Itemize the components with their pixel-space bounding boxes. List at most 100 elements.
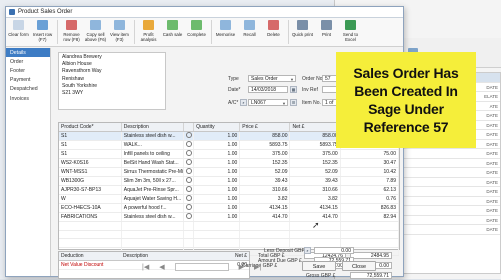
- table-row[interactable]: ECO-H4ECS-10A A powerful hood f... 1.00 413…: [59, 203, 400, 213]
- toolbar-separator: [288, 20, 289, 44]
- table-row[interactable]: AJPR30-S7-BP13 AquaJet Pre-Rinse Spr... 1.…: [59, 185, 400, 195]
- toolbar-button-print[interactable]: Print: [315, 20, 338, 37]
- pager-scrollbar[interactable]: [174, 263, 229, 271]
- row-info-icon[interactable]: [186, 177, 193, 183]
- first-page-icon[interactable]: |◀: [142, 263, 149, 271]
- toolbar-button-profit-analysis[interactable]: Profit analysis: [137, 20, 160, 42]
- cell-desc: Stainless steel dish w...: [121, 131, 185, 141]
- cell-price: 5893.75: [239, 140, 291, 150]
- empty-cell: [289, 230, 341, 240]
- row-info-icon[interactable]: [186, 186, 193, 192]
- column-header: [183, 123, 195, 132]
- row-info-icon-cell[interactable]: [183, 140, 195, 150]
- table-row[interactable]: FABRICATIONS Stainless steel dish w... 1.0…: [59, 212, 400, 222]
- toolbar-button-view-item[interactable]: View item (F3): [108, 20, 131, 42]
- toolbar-button-complete[interactable]: Complete: [185, 20, 208, 37]
- table-row[interactable]: S1 Infill panels to ceiling 1.00 375.00 375.…: [59, 149, 400, 159]
- less-deposit-field[interactable]: 0.00: [314, 247, 354, 254]
- empty-row[interactable]: [59, 221, 400, 231]
- toolbar-button-clear-form[interactable]: Clear form: [7, 20, 30, 37]
- row-info-icon[interactable]: [186, 195, 193, 201]
- row-info-icon-cell[interactable]: [183, 185, 195, 195]
- account-lookup-icon[interactable]: ⌕: [240, 99, 247, 106]
- row-info-icon-cell[interactable]: [183, 131, 195, 141]
- toolbar-button-remove-row[interactable]: Remove row (F8): [60, 20, 83, 42]
- save-button[interactable]: Save: [302, 261, 336, 271]
- table-row[interactable]: WNT-MSS1 Sirrus Thermostatic Pre-Mix... 1.…: [59, 167, 400, 177]
- nav-item-details[interactable]: Details: [6, 48, 50, 58]
- row-info-icon[interactable]: [186, 213, 193, 219]
- cell-qty: 1.00: [193, 194, 241, 204]
- cell-price: 152.35: [239, 158, 291, 168]
- cell-code: FABRICATIONS: [59, 212, 122, 222]
- row-info-icon-cell[interactable]: [183, 158, 195, 168]
- row-info-icon-cell[interactable]: [183, 212, 195, 222]
- account-field[interactable]: LN067 ▼: [248, 99, 288, 106]
- row-info-icon[interactable]: [186, 150, 193, 156]
- cell-net: 52.09: [289, 167, 341, 177]
- toolbar-button-delete[interactable]: Delete: [262, 20, 285, 37]
- address-line: South Yorkshire: [62, 82, 98, 89]
- cell-desc: AquaJet Pre-Rinse Spr...: [121, 185, 185, 195]
- row-info-icon[interactable]: [186, 168, 193, 174]
- memorise-icon: [220, 20, 231, 30]
- cell-price: 375.00: [239, 149, 291, 159]
- row-info-icon-cell[interactable]: [183, 194, 195, 204]
- row-info-icon[interactable]: [186, 159, 193, 165]
- row-info-icon[interactable]: [186, 141, 193, 147]
- next-page-icon[interactable]: ▶: [239, 263, 244, 271]
- type-select[interactable]: Sales Order ▼: [248, 75, 296, 82]
- toolbar-button-label: Memorise: [215, 32, 236, 37]
- row-info-icon-cell[interactable]: [183, 203, 195, 213]
- prev-page-icon[interactable]: ◀: [159, 263, 164, 271]
- table-row[interactable]: WB1300G Slim 3m 3m, 50ll x 27... 1.00 39.43…: [59, 176, 400, 186]
- date-field[interactable]: 14/03/2018: [248, 86, 288, 93]
- type-value: Sales Order: [251, 76, 278, 82]
- empty-row[interactable]: [59, 230, 400, 240]
- nav-item-invoices[interactable]: Invoices: [6, 94, 50, 103]
- row-info-icon[interactable]: [186, 204, 193, 210]
- toolbar: Clear form Insert row (F7) Remove row (F8)…: [6, 18, 403, 47]
- row-info-icon-cell[interactable]: [183, 149, 195, 159]
- toolbar-separator: [57, 20, 58, 44]
- row-info-icon-cell[interactable]: [183, 167, 195, 177]
- view-item-icon: [114, 20, 125, 30]
- empty-cell: [59, 238, 122, 248]
- nav-item-order[interactable]: Order: [6, 57, 50, 66]
- toolbar-button-label: Print: [321, 32, 332, 37]
- nav-item-footer[interactable]: Footer: [6, 66, 50, 75]
- toolbar-button-cash-sale[interactable]: Cash sale: [161, 20, 184, 37]
- toolbar-button-label: View item (F3): [110, 32, 129, 42]
- nav-item-payment[interactable]: Payment: [6, 76, 50, 85]
- toolbar-button-recall[interactable]: Recall: [238, 20, 261, 37]
- empty-row[interactable]: [59, 238, 400, 248]
- inv-ref-label: Inv Ref: [302, 87, 318, 93]
- calendar-icon[interactable]: ▦: [290, 86, 297, 93]
- cell-price: 39.43: [239, 176, 291, 186]
- table-row[interactable]: W Aquajet Water Saving H... 1.00 3.82 3.82 0.…: [59, 194, 400, 204]
- cell-qty: 1.00: [193, 185, 241, 195]
- toolbar-separator: [134, 20, 135, 44]
- nav-item-despatched[interactable]: Despatched: [6, 85, 50, 94]
- clear-form-icon: [13, 20, 24, 30]
- toolbar-button-send-to-excel[interactable]: Send to Excel: [339, 20, 362, 42]
- toolbar-button-copy-sell[interactable]: Copy sell above (F6): [84, 20, 107, 42]
- cell-desc: Aquajet Water Saving H...: [121, 194, 185, 204]
- last-page-icon[interactable]: ▶|: [254, 263, 261, 271]
- toolbar-button-insert-row[interactable]: Insert row (F7): [31, 20, 54, 42]
- table-row[interactable]: WS2-K0S16 BelSit Hand Wash Stat... 1.00 152…: [59, 158, 400, 168]
- row-info-icon[interactable]: [186, 132, 193, 138]
- close-button[interactable]: Close: [342, 261, 376, 271]
- customer-address-box[interactable]: Alandrea Brewery Albion House Ravensthorn …: [58, 52, 166, 110]
- cell-price: 414.70: [239, 212, 291, 222]
- deposit-lookup-icon[interactable]: ⌕: [304, 247, 311, 254]
- cell-code: WB1300G: [59, 176, 122, 186]
- cell-code: AJPR30-S7-BP13: [59, 185, 122, 195]
- toolbar-button-label: Insert row (F7): [32, 32, 53, 42]
- cell-price: 858.00: [239, 131, 291, 141]
- toolbar-button-quick-print[interactable]: Quick print: [291, 20, 314, 37]
- complete-icon: [191, 20, 202, 30]
- toolbar-button-memorise[interactable]: Memorise: [214, 20, 237, 37]
- account-details-icon[interactable]: ☰: [290, 99, 297, 106]
- row-info-icon-cell[interactable]: [183, 176, 195, 186]
